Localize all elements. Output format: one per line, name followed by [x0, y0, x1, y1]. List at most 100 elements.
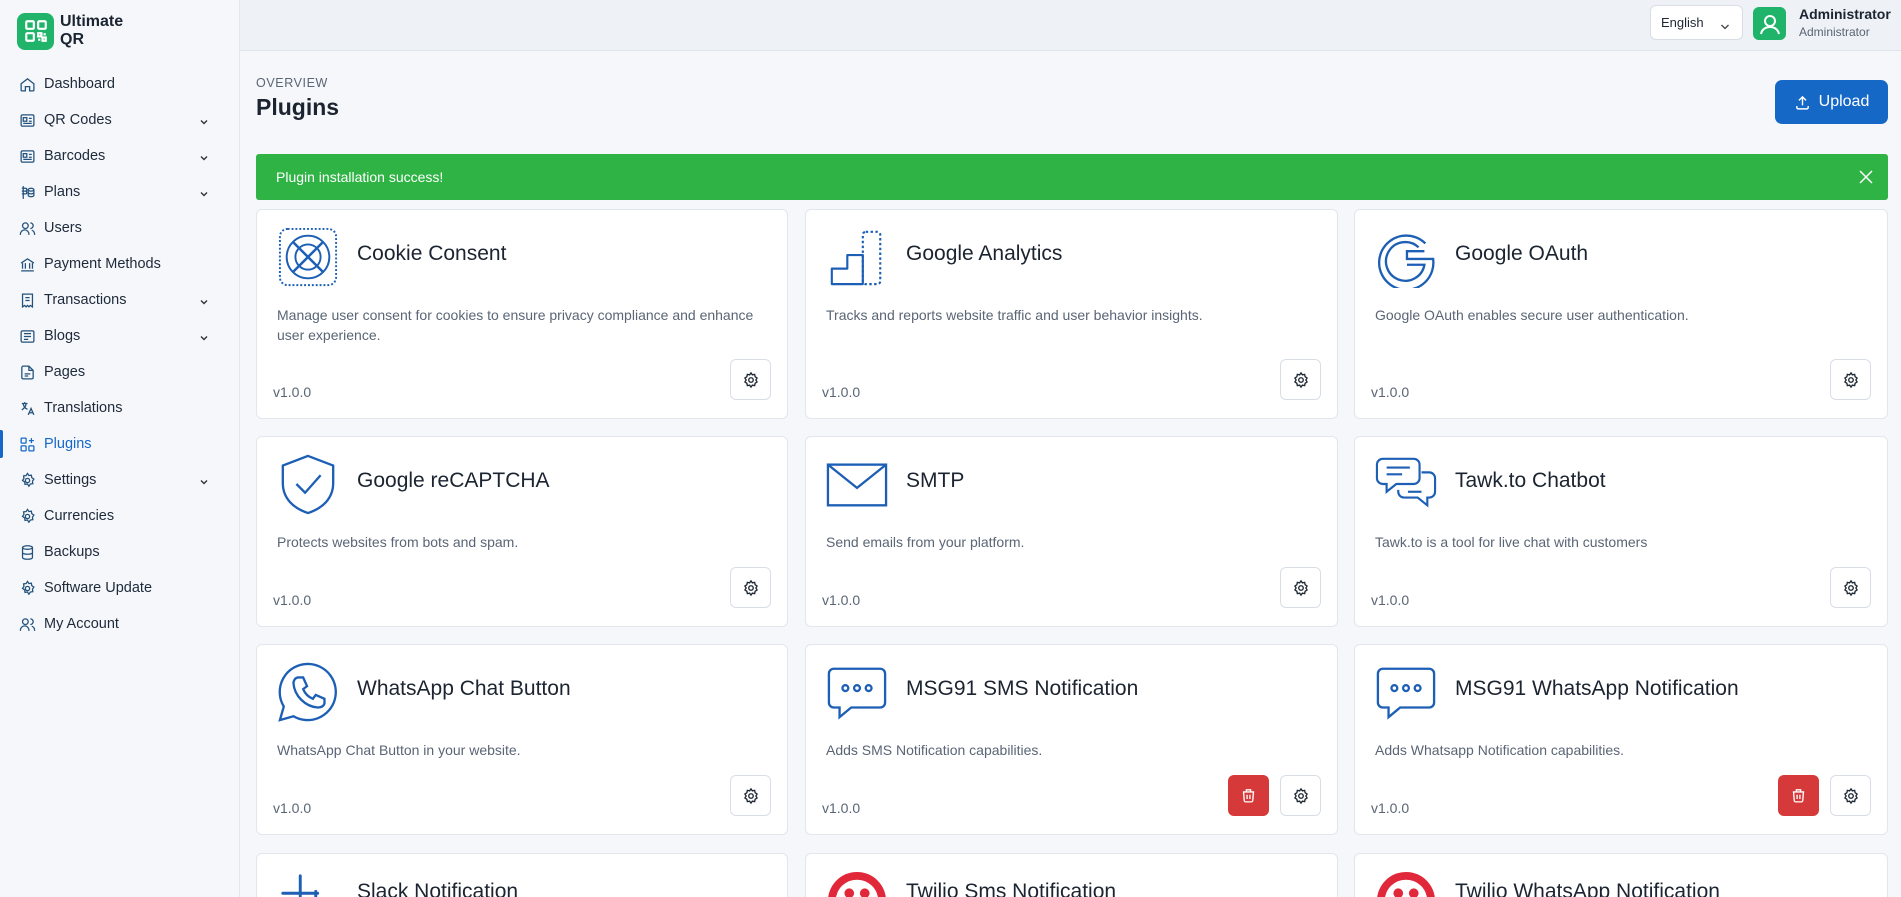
chevron-down-icon	[199, 115, 209, 131]
update-gear-icon	[18, 579, 36, 597]
avatar[interactable]	[1753, 7, 1786, 40]
coins-icon	[18, 183, 36, 201]
analytics-chart-icon	[830, 230, 882, 286]
close-icon[interactable]	[1858, 169, 1874, 188]
plugin-description: Send emails from your platform.	[826, 534, 1025, 550]
chat-bubbles-icon	[1375, 457, 1437, 508]
sidebar-item-label: Transactions	[44, 292, 127, 308]
plugin-title: MSG91 SMS Notification	[906, 677, 1139, 700]
gear-icon	[1843, 371, 1858, 388]
plugin-title: Twilio WhatsApp Notification	[1455, 880, 1720, 897]
sidebar-item-plugins[interactable]: Plugins	[0, 426, 239, 462]
sidebar-item-my-account[interactable]: My Account	[0, 606, 239, 642]
users-icon	[18, 219, 36, 237]
brand[interactable]: Ultimate QR	[0, 0, 239, 62]
settings-button[interactable]	[1830, 567, 1871, 608]
settings-button[interactable]	[730, 775, 771, 816]
delete-button[interactable]	[1228, 775, 1269, 816]
sidebar-item-qr-codes[interactable]: QR Codes	[0, 102, 239, 138]
article-icon	[18, 327, 36, 345]
chevron-down-icon	[199, 151, 209, 167]
language-select[interactable]: English	[1650, 5, 1743, 40]
sidebar-item-dashboard[interactable]: Dashboard	[0, 66, 239, 102]
topbar: English Administrator Administrator	[240, 0, 1901, 51]
gear-icon	[743, 371, 758, 388]
sidebar-item-label: Currencies	[44, 508, 115, 524]
sidebar-item-blogs[interactable]: Blogs	[0, 318, 239, 354]
sidebar-item-settings[interactable]: Settings	[0, 462, 239, 498]
gear-icon	[1293, 371, 1308, 388]
sidebar-item-currencies[interactable]: Currencies	[0, 498, 239, 534]
plugin-description: Tawk.to is a tool for live chat with cus…	[1375, 534, 1648, 550]
sidebar-nav: Dashboard QR Codes Barcodes Plans Users …	[0, 66, 239, 642]
settings-button[interactable]	[1830, 775, 1871, 816]
sidebar-item-transactions[interactable]: Transactions	[0, 282, 239, 318]
settings-button[interactable]	[730, 359, 771, 400]
twilio-icon	[828, 871, 886, 897]
sidebar-item-label: Backups	[44, 544, 100, 560]
delete-button[interactable]	[1778, 775, 1819, 816]
plugin-card-msg91-sms: MSG91 SMS Notification Adds SMS Notifica…	[805, 644, 1338, 835]
id-card-icon	[18, 111, 36, 129]
plugin-title: Google OAuth	[1455, 242, 1589, 265]
plugin-version: v1.0.0	[1371, 800, 1410, 816]
sidebar-item-label: Plans	[44, 184, 81, 200]
plugin-card-whatsapp-chat-button: WhatsApp Chat Button WhatsApp Chat Butto…	[256, 644, 788, 835]
plugin-card-google-analytics: Google Analytics Tracks and reports webs…	[805, 209, 1338, 419]
plugin-card-google-oauth: Google OAuth Google OAuth enables secure…	[1354, 209, 1888, 419]
qr-logo-icon	[17, 12, 54, 50]
sidebar-item-pages[interactable]: Pages	[0, 354, 239, 390]
sidebar-item-translations[interactable]: Translations	[0, 390, 239, 426]
settings-button[interactable]	[730, 567, 771, 608]
slack-icon	[281, 874, 320, 897]
user-role: Administrator	[1799, 25, 1870, 39]
plugin-description: Google OAuth enables secure user authent…	[1375, 307, 1689, 323]
plugin-title: Slack Notification	[357, 880, 519, 897]
settings-button[interactable]	[1280, 775, 1321, 816]
settings-button[interactable]	[1280, 359, 1321, 400]
apps-icon	[18, 435, 36, 453]
plugin-title: SMTP	[906, 469, 965, 492]
sidebar-item-barcodes[interactable]: Barcodes	[0, 138, 239, 174]
sidebar-item-label: Users	[44, 220, 82, 236]
sidebar-item-label: Dashboard	[44, 76, 115, 92]
sidebar-item-payment-methods[interactable]: Payment Methods	[0, 246, 239, 282]
language-value: English	[1661, 15, 1704, 30]
chevron-down-icon	[199, 475, 209, 491]
sidebar-item-software-update[interactable]: Software Update	[0, 570, 239, 606]
sidebar-item-label: Plugins	[44, 436, 92, 452]
settings-button[interactable]	[1280, 567, 1321, 608]
gear-icon	[1843, 787, 1858, 804]
brand-name: Ultimate QR	[60, 13, 124, 48]
user-icon	[18, 615, 36, 633]
sidebar-item-plans[interactable]: Plans	[0, 174, 239, 210]
gear-icon	[743, 787, 758, 804]
upload-label: Upload	[1818, 93, 1870, 110]
chevron-down-icon	[199, 331, 209, 347]
sidebar-item-label: Barcodes	[44, 148, 106, 164]
message-dots-icon	[1376, 667, 1436, 720]
chevron-down-icon	[199, 295, 209, 311]
alert-message: Plugin installation success!	[276, 169, 444, 185]
file-icon	[18, 363, 36, 381]
plugin-description: Adds Whatsapp Notification capabilities.	[1375, 742, 1625, 758]
plugin-title: Tawk.to Chatbot	[1455, 469, 1606, 492]
plugin-title: Google Analytics	[906, 242, 1063, 265]
plugin-version: v1.0.0	[822, 384, 861, 400]
plugin-card-twilio-sms: Twilio Sms Notification	[805, 853, 1338, 897]
database-icon	[18, 543, 36, 561]
receipt-icon	[18, 291, 36, 309]
home-icon	[18, 75, 36, 93]
page-overline: OVERVIEW	[256, 76, 328, 90]
sidebar-item-users[interactable]: Users	[0, 210, 239, 246]
plugin-version: v1.0.0	[273, 800, 312, 816]
plugin-description: Protects websites from bots and spam.	[277, 534, 519, 550]
plugin-description: WhatsApp Chat Button in your website.	[277, 742, 521, 758]
page-title: Plugins	[256, 94, 340, 120]
upload-button[interactable]: Upload	[1775, 80, 1888, 124]
shield-check-icon	[281, 454, 335, 515]
settings-button[interactable]	[1830, 359, 1871, 400]
user-name[interactable]: Administrator	[1799, 6, 1891, 22]
sidebar-item-backups[interactable]: Backups	[0, 534, 239, 570]
plugin-card-slack-notification: Slack Notification	[256, 853, 788, 897]
